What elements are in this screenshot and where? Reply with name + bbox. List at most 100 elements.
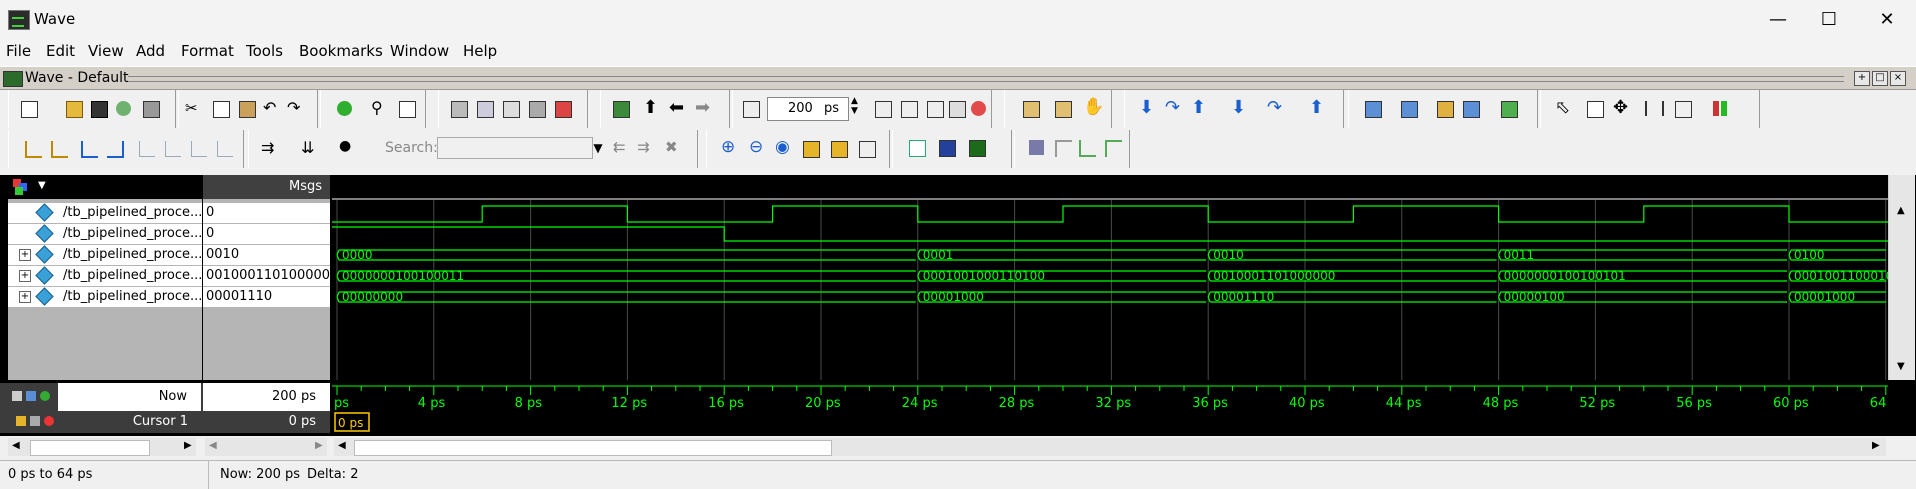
- close-button[interactable]: ✕: [1864, 6, 1910, 34]
- insert-cursor-icon[interactable]: [23, 139, 43, 159]
- now-toolbar-icons[interactable]: [12, 391, 54, 403]
- stop-icon[interactable]: [969, 99, 989, 119]
- copy-icon[interactable]: [211, 99, 231, 119]
- flow-icon-3[interactable]: [1435, 99, 1455, 119]
- search-options-icon[interactable]: ●: [339, 138, 359, 158]
- search-input[interactable]: [437, 137, 593, 159]
- step-over-icon[interactable]: ↷: [1165, 97, 1185, 118]
- cursor-toolbar-icons[interactable]: [16, 416, 60, 428]
- edge-icon-3[interactable]: [189, 139, 209, 159]
- hand-icon[interactable]: ✋: [1083, 97, 1104, 117]
- expand-icon[interactable]: +: [19, 270, 31, 282]
- menu-view[interactable]: View: [88, 42, 124, 60]
- find-icon[interactable]: ⚲: [371, 98, 391, 118]
- menu-file[interactable]: File: [6, 42, 31, 60]
- dock-maximize-icon[interactable]: □: [1872, 71, 1888, 86]
- search-next-icon[interactable]: ⇉: [637, 138, 657, 158]
- signal-row-name[interactable]: + /tb_pipelined_proce...: [8, 245, 202, 265]
- traffic-light-icon[interactable]: [1711, 99, 1731, 119]
- sim-icon-2[interactable]: [1053, 99, 1073, 119]
- flow-icon-2[interactable]: [1399, 99, 1419, 119]
- zoom-in-icon[interactable]: ⊕: [721, 137, 741, 157]
- step-into-icon[interactable]: ⬇: [1139, 97, 1159, 118]
- vertical-scrollbar[interactable]: ▲ ▼: [1888, 175, 1915, 380]
- zoom-region-icon[interactable]: [857, 139, 877, 159]
- wave-style-icon-3[interactable]: [1077, 138, 1097, 158]
- wave-style-icon-2[interactable]: [1053, 138, 1073, 158]
- signal-row-name[interactable]: + /tb_pipelined_proce...: [8, 266, 202, 286]
- expand-icon[interactable]: +: [19, 249, 31, 261]
- layout-close-icon[interactable]: [553, 99, 573, 119]
- print-icon[interactable]: [141, 99, 161, 119]
- edit-mode-icon[interactable]: [1643, 99, 1664, 119]
- zoom-out-icon[interactable]: ⊖: [749, 137, 769, 157]
- run-icon[interactable]: [873, 99, 893, 119]
- flow-icon-1[interactable]: [1363, 99, 1383, 119]
- select-mode-icon[interactable]: ⬁: [1555, 97, 1575, 118]
- zoom-cursor-icon[interactable]: [801, 139, 821, 159]
- search-clear-icon[interactable]: ✖: [665, 138, 685, 158]
- wave-group-icon[interactable]: [13, 179, 35, 195]
- flow-icon-4[interactable]: [1461, 99, 1481, 119]
- break-icon[interactable]: [947, 99, 967, 119]
- minimize-button[interactable]: —: [1755, 6, 1801, 34]
- continue-icon[interactable]: [899, 99, 919, 119]
- flow-icon-5[interactable]: [1499, 99, 1519, 119]
- undo-icon[interactable]: ↶: [263, 98, 283, 118]
- zoom-mode-icon[interactable]: [1585, 99, 1605, 119]
- list-icon[interactable]: [397, 99, 417, 119]
- layout-icon-3[interactable]: [501, 99, 521, 119]
- wave-format-icon-2[interactable]: [937, 138, 957, 158]
- zoom-last-icon[interactable]: [829, 139, 849, 159]
- wave-format-icon-3[interactable]: [967, 138, 987, 158]
- scroll-up-icon[interactable]: ▲: [1897, 205, 1905, 216]
- prev-edge-icon[interactable]: [79, 139, 99, 159]
- restart-icon[interactable]: [741, 99, 761, 119]
- reload-icon[interactable]: [114, 99, 134, 119]
- search-mode-icon-2[interactable]: ⇊: [301, 138, 321, 158]
- layout-icon-2[interactable]: [475, 99, 495, 119]
- run-length-field[interactable]: 200 ps: [767, 97, 849, 121]
- menu-format[interactable]: Format: [181, 42, 234, 60]
- dock-close-icon[interactable]: ×: [1890, 71, 1906, 86]
- signal-row-name[interactable]: /tb_pipelined_proce...: [8, 224, 202, 244]
- signal-row-name[interactable]: /tb_pipelined_proce...: [8, 203, 202, 223]
- forward-arrow-icon[interactable]: ➡: [695, 97, 715, 118]
- next-edge-icon[interactable]: [105, 139, 125, 159]
- edge-icon-4[interactable]: [215, 139, 235, 159]
- dataflow-icon[interactable]: [611, 99, 631, 119]
- wave-style-icon-1[interactable]: [1027, 138, 1047, 158]
- search-mode-icon-1[interactable]: ⇉: [261, 138, 281, 158]
- scroll-left-icon[interactable]: ◀: [209, 440, 217, 451]
- add-icon[interactable]: [335, 99, 355, 119]
- step-out-icon[interactable]: ⬆: [1191, 97, 1211, 118]
- paste-icon[interactable]: [237, 99, 257, 119]
- redo-icon[interactable]: ↷: [287, 98, 307, 118]
- pan-mode-icon[interactable]: ✥: [1613, 97, 1633, 118]
- wave-hscrollbar[interactable]: ◀ ▶: [334, 438, 1886, 456]
- wave-style-icon-4[interactable]: [1103, 138, 1123, 158]
- scroll-thumb[interactable]: [354, 440, 832, 456]
- cut-icon[interactable]: ✂: [185, 99, 205, 119]
- step-over-dropdown-icon[interactable]: ↷: [1267, 97, 1287, 118]
- wave-format-icon-1[interactable]: [907, 138, 927, 158]
- scroll-right-icon[interactable]: ▶: [184, 440, 192, 451]
- run-all-icon[interactable]: [925, 99, 945, 119]
- menu-edit[interactable]: Edit: [46, 42, 75, 60]
- step-out-2-icon[interactable]: ⬆: [1309, 97, 1329, 118]
- name-hscrollbar[interactable]: ◀ ▶: [8, 438, 196, 456]
- menu-help[interactable]: Help: [463, 42, 497, 60]
- search-prev-icon[interactable]: ⇇: [613, 138, 633, 158]
- open-folder-icon[interactable]: [64, 99, 84, 119]
- time-axis[interactable]: ps 4 ps 8 ps 12 ps 16 ps 20 ps 24 ps 28 ps 32 ps…: [332, 383, 1888, 435]
- back-arrow-icon[interactable]: ⬅: [669, 97, 689, 118]
- dock-drag-grip[interactable]: [128, 76, 1844, 82]
- menu-tools[interactable]: Tools: [246, 42, 283, 60]
- menu-window[interactable]: Window: [390, 42, 449, 60]
- zoom-full-icon[interactable]: ◉: [775, 137, 795, 157]
- sim-icon-1[interactable]: [1021, 99, 1041, 119]
- scroll-left-icon[interactable]: ◀: [12, 440, 20, 451]
- scroll-right-icon[interactable]: ▶: [1872, 440, 1880, 451]
- menu-add[interactable]: Add: [136, 42, 165, 60]
- maximize-button[interactable]: ☐: [1806, 6, 1852, 34]
